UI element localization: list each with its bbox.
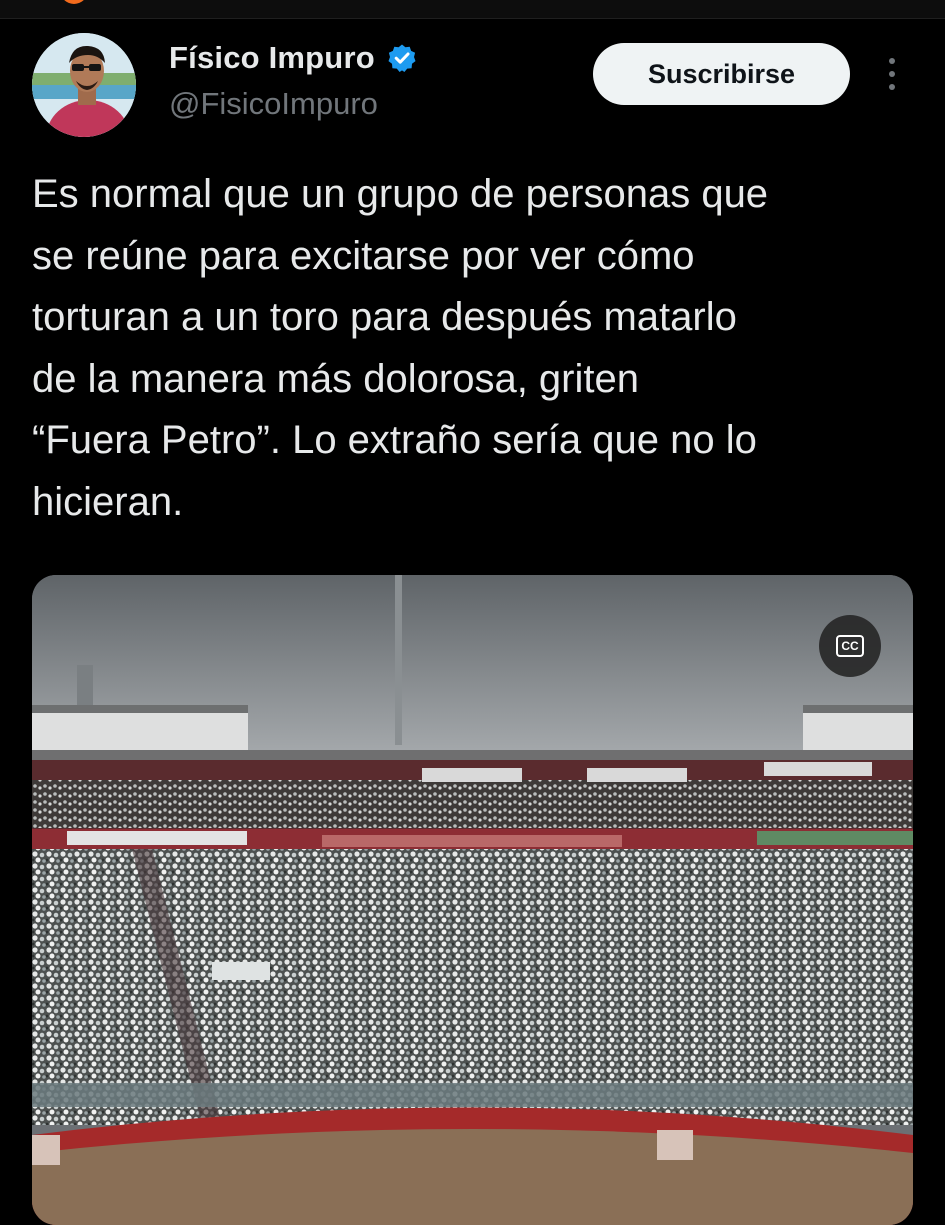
- author-name[interactable]: Físico Impuro: [169, 40, 375, 76]
- avatar[interactable]: [32, 33, 136, 137]
- more-vertical-icon[interactable]: [878, 54, 906, 94]
- avatar-image: [32, 33, 136, 137]
- notification-dot: [60, 0, 88, 4]
- tweet-video[interactable]: CC: [32, 575, 913, 1225]
- verified-badge-icon: [387, 43, 417, 73]
- bullring-crowd-image: [32, 575, 913, 1225]
- author-name-row[interactable]: Físico Impuro: [169, 40, 417, 76]
- closed-captions-button[interactable]: CC: [819, 615, 881, 677]
- subscribe-button[interactable]: Suscribirse: [593, 43, 850, 105]
- top-status-strip: [0, 0, 945, 19]
- closed-captions-icon: CC: [836, 635, 864, 657]
- author-handle[interactable]: @FisicoImpuro: [169, 86, 378, 122]
- tweet-text: Es normal que un grupo de personas que s…: [32, 172, 769, 524]
